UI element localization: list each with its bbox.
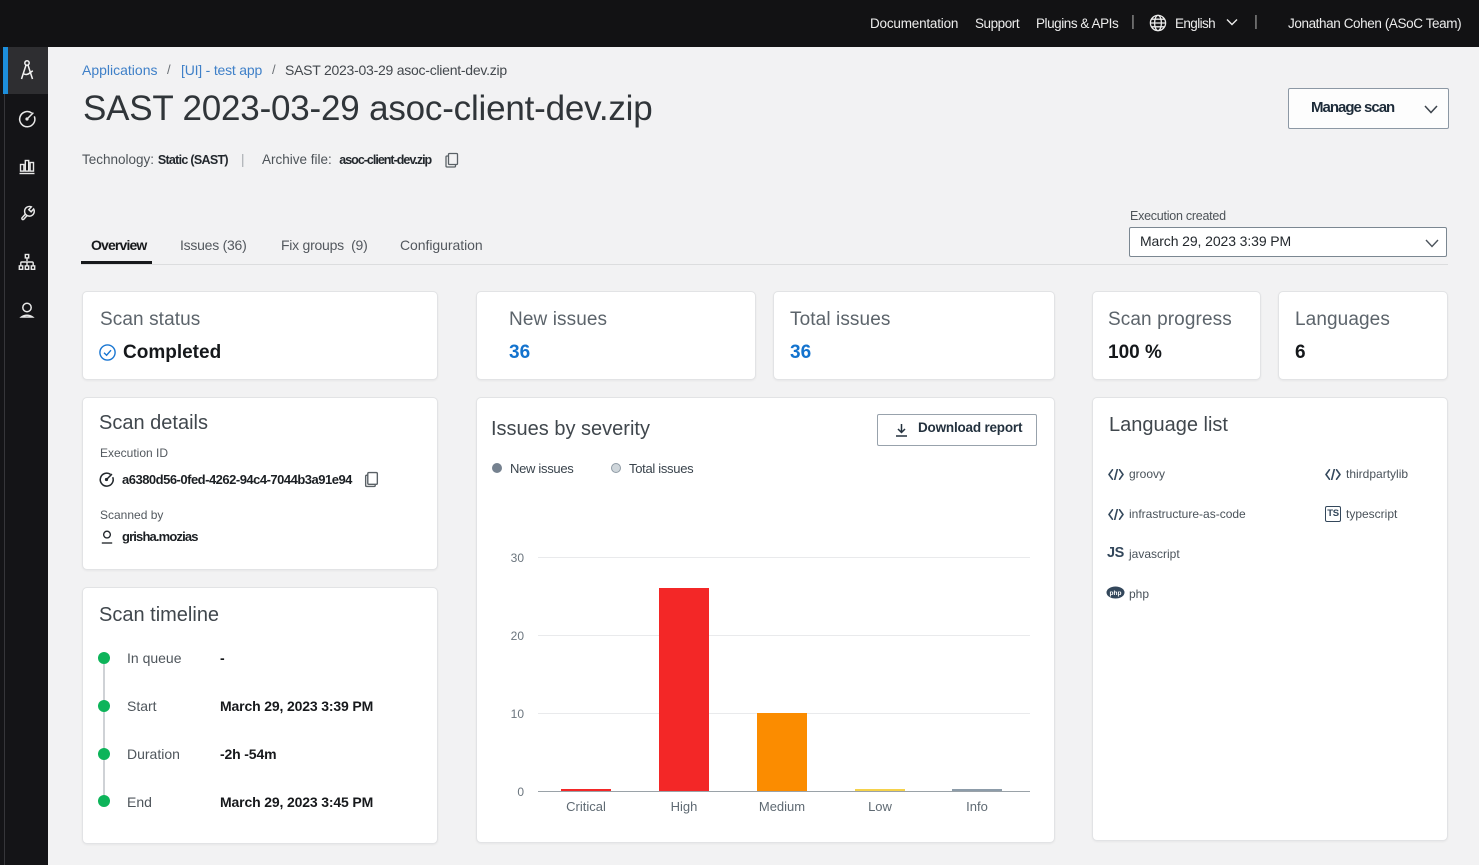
svg-text:php: php — [1110, 590, 1122, 597]
